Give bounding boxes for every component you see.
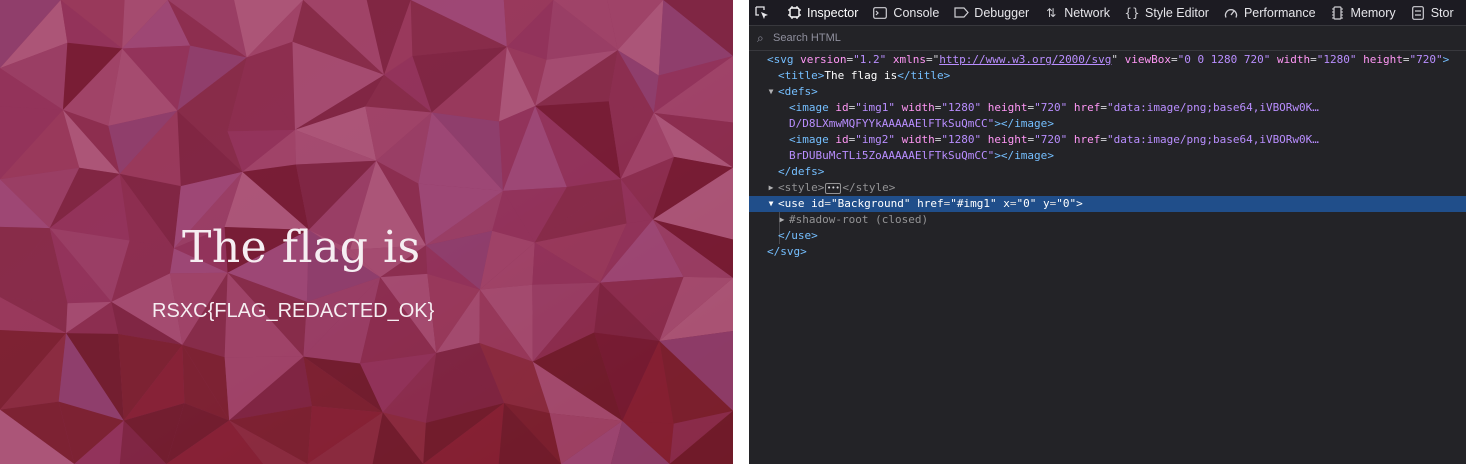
attr-name: version	[800, 53, 847, 66]
attr-value: "data:image/png;base64,iVBORw0K…	[1107, 101, 1319, 114]
attr-value: "data:image/png;base64,iVBORw0K…	[1107, 133, 1319, 146]
attr-name: height	[1363, 53, 1403, 66]
markup-node-defs-close[interactable]: </defs>	[749, 164, 1466, 180]
markup-node-style[interactable]: ▶ <style> ••• </style>	[749, 180, 1466, 196]
expand-triangle-icon[interactable]: ▼	[766, 84, 776, 100]
tab-network[interactable]: ⇅ Network	[1036, 0, 1117, 25]
tag-name: defs	[791, 165, 818, 178]
devtools-toolbar: Inspector Console Debugger ⇅ Network {} …	[749, 0, 1466, 26]
attr-value: "1.2"	[853, 53, 887, 66]
network-icon: ⇅	[1046, 5, 1057, 20]
tag-name: image	[795, 101, 829, 114]
markup-node-title[interactable]: <title>The flag is</title>	[749, 68, 1466, 84]
expand-triangle-icon[interactable]: ▼	[766, 196, 776, 212]
attr-name: viewBox	[1124, 53, 1172, 66]
search-input[interactable]	[773, 32, 1373, 44]
tab-inspector[interactable]: Inspector	[779, 0, 865, 25]
markup-node-image[interactable]: <image id="img2" width="1280" height="72…	[749, 132, 1466, 148]
tag-name: svg	[780, 245, 801, 258]
markup-node-svg-close[interactable]: </svg>	[749, 244, 1466, 260]
shadow-root-label: #shadow-root (closed)	[789, 213, 929, 226]
attr-value: "720"	[1034, 133, 1068, 146]
attr-value: "0"	[1016, 197, 1037, 210]
tab-label: Network	[1064, 5, 1111, 20]
tab-label: Performance	[1243, 5, 1316, 20]
attr-value: "0"	[1056, 197, 1077, 210]
memory-icon	[1330, 5, 1346, 21]
tag-name: title	[910, 69, 944, 82]
markup-node-shadow-root[interactable]: ▶ #shadow-root (closed)	[749, 212, 1466, 228]
attr-value: "720"	[1034, 101, 1068, 114]
attr-value: BrDUBuMcTLi5ZoAAAAAElFTkSuQmCC"	[789, 149, 995, 162]
tag-name: style	[784, 181, 818, 194]
markup-node-image-cont[interactable]: BrDUBuMcTLi5ZoAAAAAElFTkSuQmCC"></image>	[749, 148, 1466, 164]
tab-label: Memory	[1350, 5, 1396, 20]
debugger-icon	[953, 5, 969, 21]
attr-value: "img1"	[855, 101, 895, 114]
performance-icon	[1223, 5, 1239, 21]
tag-name: title	[784, 69, 818, 82]
tag-name: use	[791, 229, 812, 242]
attr-name: width	[1277, 53, 1311, 66]
markup-node-use-close[interactable]: </use>	[749, 228, 1466, 244]
attr-value: "1280"	[1316, 53, 1357, 66]
tag-name: style	[855, 181, 889, 194]
title-node-text: The flag is	[824, 69, 898, 82]
tag-name: defs	[784, 85, 812, 98]
storage-icon	[1410, 5, 1426, 21]
tab-debugger[interactable]: Debugger	[946, 0, 1036, 25]
tab-performance[interactable]: Performance	[1216, 0, 1323, 25]
element-picker-icon	[754, 5, 770, 21]
page-title: The flag is	[182, 222, 421, 273]
ellipsis-badge-icon[interactable]: •••	[825, 182, 842, 194]
tab-label: Inspector	[807, 5, 859, 20]
attr-value: "Background"	[831, 197, 911, 210]
tab-memory[interactable]: Memory	[1323, 0, 1403, 25]
tab-storage[interactable]: Stor	[1403, 0, 1461, 25]
tag-name: svg	[773, 53, 794, 66]
xmlns-link[interactable]: http://www.w3.org/2000/svg	[939, 53, 1111, 66]
search-icon: ⌕	[757, 30, 764, 45]
element-picker-button[interactable]	[749, 0, 779, 25]
pane-divider	[733, 0, 749, 464]
attr-value: "720"	[1409, 53, 1443, 66]
attr-value: "img2"	[855, 133, 895, 146]
style-editor-icon: {}	[1124, 5, 1140, 20]
search-html-bar: ⌕	[749, 26, 1466, 51]
collapse-triangle-icon[interactable]: ▶	[777, 212, 787, 228]
attr-name: xmlns	[892, 53, 926, 66]
collapse-triangle-icon[interactable]: ▶	[766, 180, 776, 196]
tab-label: Style Editor	[1145, 5, 1209, 20]
tag-name: image	[1014, 117, 1048, 130]
attr-value: "1280"	[941, 101, 982, 114]
tab-label: Console	[893, 5, 940, 20]
markup-node-defs[interactable]: ▼ <defs>	[749, 84, 1466, 100]
attr-value: "1280"	[941, 133, 982, 146]
attr-value: "0 0 1280 720"	[1177, 53, 1271, 66]
markup-tree: <svg version="1.2" xmlns="http://www.w3.…	[749, 52, 1466, 260]
tag-name: image	[795, 133, 829, 146]
devtools-panel: Inspector Console Debugger ⇅ Network {} …	[749, 0, 1466, 464]
tab-label: Stor	[1430, 5, 1454, 20]
inspector-icon	[786, 5, 802, 21]
markup-node-use-selected[interactable]: ▼ <use id="Background" href="#img1" x="0"…	[749, 196, 1466, 212]
tag-name: use	[784, 197, 805, 210]
attr-value: D/D8LXmwMQFYYkAAAAAElFTkSuQmCC"	[789, 117, 995, 130]
tab-label: Debugger	[974, 5, 1030, 20]
tab-style-editor[interactable]: {} Style Editor	[1117, 0, 1216, 25]
markup-node-image[interactable]: <image id="img1" width="1280" height="72…	[749, 100, 1466, 116]
markup-node-svg[interactable]: <svg version="1.2" xmlns="http://www.w3.…	[749, 52, 1466, 68]
tag-name: image	[1014, 149, 1048, 162]
flag-text: RSXC{FLAG_REDACTED_OK}	[152, 300, 435, 322]
rendered-page: The flag is RSXC{FLAG_REDACTED_OK}	[0, 0, 733, 464]
markup-node-image-cont[interactable]: D/D8LXmwMQFYYkAAAAAElFTkSuQmCC"></image>	[749, 116, 1466, 132]
attr-value: "#img1"	[950, 197, 997, 210]
tab-console[interactable]: Console	[865, 0, 946, 25]
console-icon	[872, 5, 888, 21]
